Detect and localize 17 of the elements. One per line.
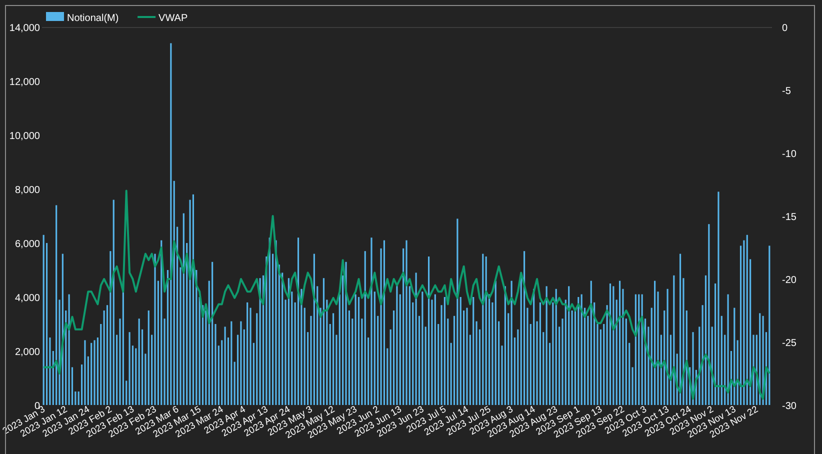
axis-tick-label: -30	[782, 401, 796, 412]
legend-label: VWAP	[158, 13, 188, 24]
axis-tick-label: 6,000	[14, 239, 40, 250]
axis-tick-label: -5	[782, 86, 791, 97]
axis-tick-label: -10	[782, 149, 796, 160]
axis-tick-label: 10,000	[9, 131, 40, 142]
axis-tick-label: 0	[34, 401, 40, 412]
axis-tick-label: -25	[782, 338, 796, 349]
axis-tick-label: -15	[782, 212, 796, 223]
axis-tick-label: 8,000	[14, 185, 40, 196]
axis-tick-label: 0	[782, 23, 788, 34]
axis-tick-label: 14,000	[9, 23, 40, 34]
axis-tick-label: 12,000	[9, 77, 40, 88]
axis-tick-label: 4,000	[14, 293, 40, 304]
legend-label: Notional(M)	[67, 13, 119, 24]
axis-tick-label: 2,000	[14, 347, 40, 358]
axis-tick-label: -20	[782, 275, 796, 286]
